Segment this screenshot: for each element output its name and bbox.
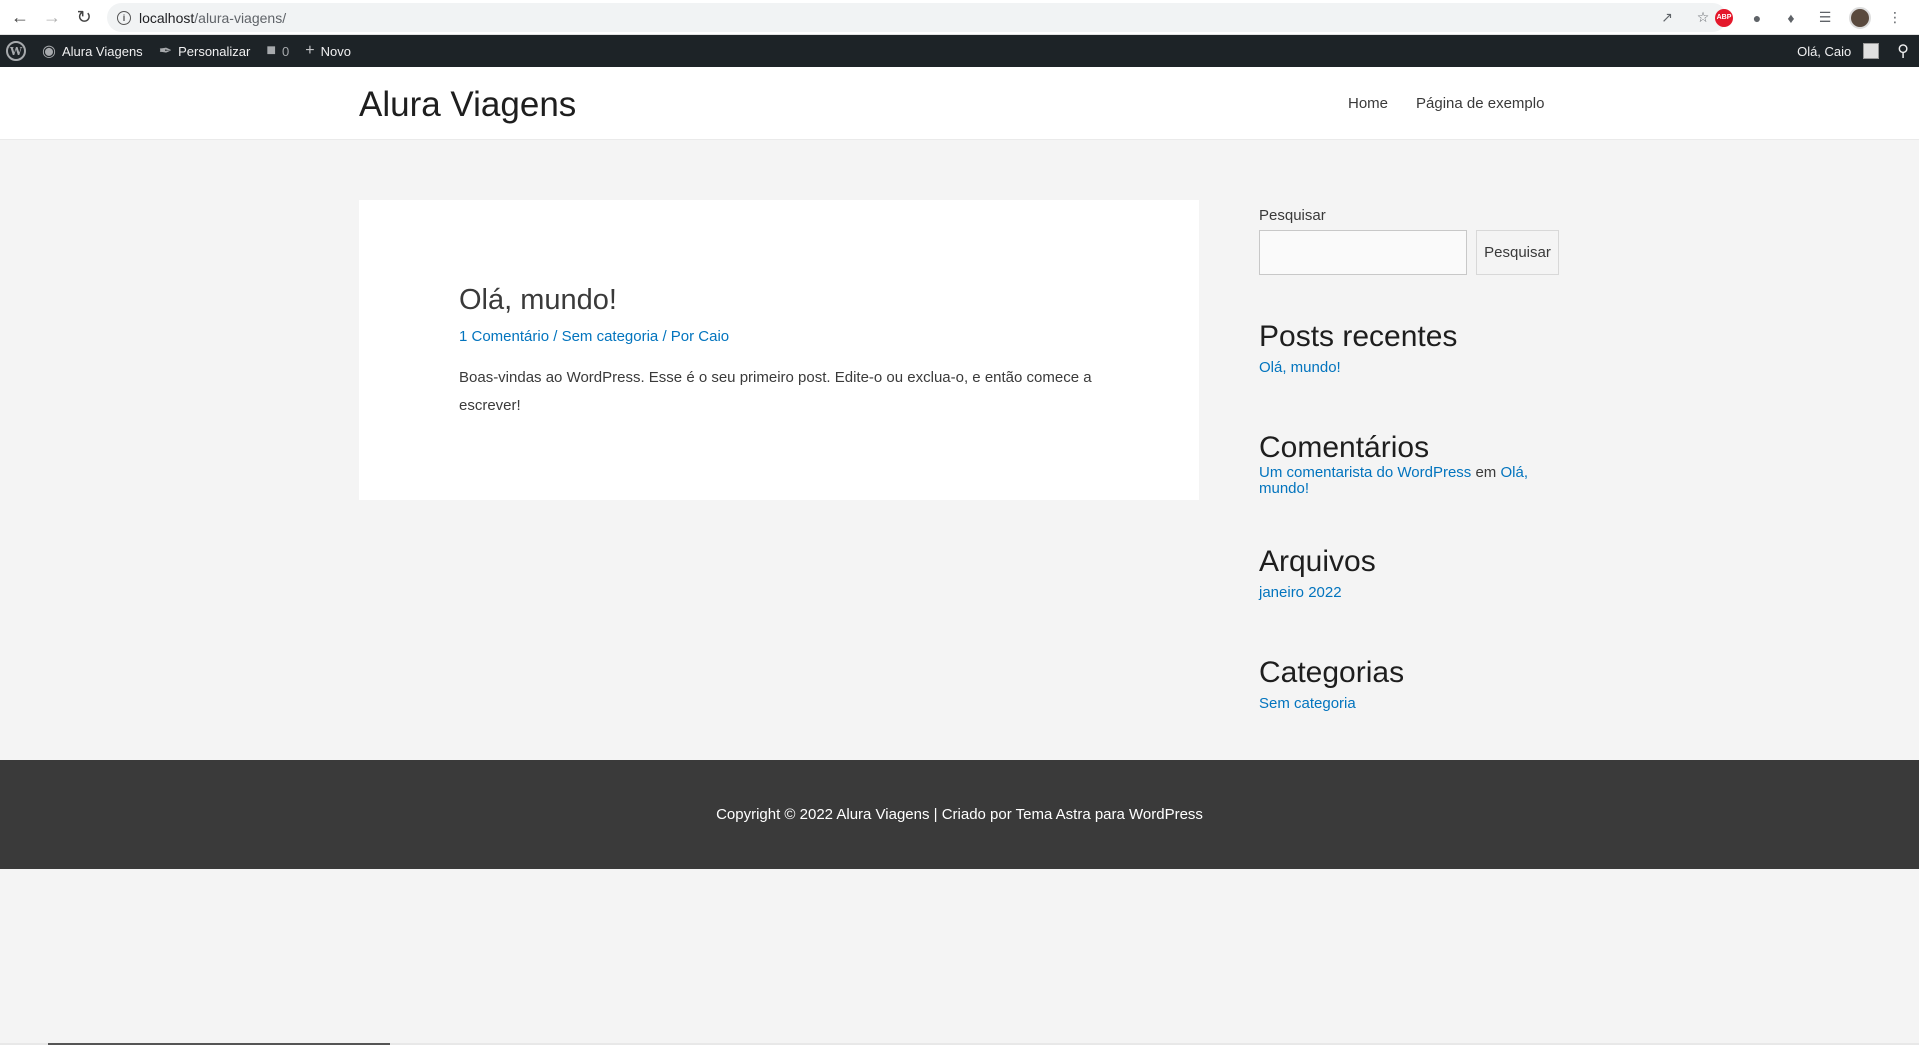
- categories-title: Categorias: [1259, 656, 1405, 689]
- main-navigation: Home Página de exemplo: [1348, 95, 1544, 112]
- recent-post-link[interactable]: Olá, mundo!: [1259, 360, 1457, 376]
- comments-title: Comentários: [1259, 431, 1430, 464]
- wordpress-logo-icon: W: [6, 41, 26, 61]
- nav-item-sample-page[interactable]: Página de exemplo: [1416, 95, 1544, 112]
- reading-list-icon[interactable]: ☰: [1815, 8, 1835, 28]
- share-icon[interactable]: ↗: [1657, 7, 1677, 27]
- url-path: /alura-viagens/: [194, 9, 287, 26]
- recent-comment: Um comentarista do WordPress em Olá, mun…: [1259, 465, 1539, 497]
- recent-posts-title: Posts recentes: [1259, 320, 1458, 353]
- dashboard-icon: ◉: [42, 43, 56, 60]
- post-title[interactable]: Olá, mundo!: [459, 284, 617, 317]
- post-excerpt: Boas-vindas ao WordPress. Esse é o seu p…: [459, 369, 1092, 414]
- greeting-label: Olá, Caio: [1797, 43, 1852, 59]
- post-card: Olá, mundo! 1 Comentário / Sem categoria…: [359, 200, 1199, 500]
- search-form: Pesquisar: [1259, 230, 1559, 275]
- wp-logo-menu[interactable]: W: [0, 35, 34, 67]
- adblock-plus-icon[interactable]: ABP: [1715, 8, 1733, 27]
- meta-by: / Por: [658, 328, 699, 345]
- url-host: localhost: [139, 9, 195, 26]
- search-label: Pesquisar: [1259, 207, 1326, 224]
- reload-icon[interactable]: ↻: [68, 1, 100, 33]
- nav-item-home[interactable]: Home: [1348, 95, 1388, 112]
- browser-menu-icon[interactable]: ⋮: [1885, 8, 1905, 28]
- comments-widget: Comentários Um comentarista do WordPress…: [1259, 431, 1559, 497]
- site-info-icon[interactable]: i: [117, 10, 131, 25]
- extension-bulb-icon[interactable]: ●: [1747, 8, 1767, 28]
- url-text: localhost/alura-viagens/: [139, 10, 286, 26]
- forward-icon[interactable]: →: [36, 1, 68, 33]
- site-header: Alura Viagens Home Página de exemplo: [0, 67, 1919, 140]
- sidebar: Pesquisar Pesquisar Posts recentes Olá, …: [1259, 200, 1559, 712]
- comment-bubble-icon: ■: [266, 42, 277, 59]
- search-input[interactable]: [1259, 230, 1467, 275]
- comments-count: 0: [282, 43, 290, 59]
- bookmark-star-icon[interactable]: ☆: [1693, 7, 1713, 27]
- recent-posts-widget: Posts recentes Olá, mundo!: [1259, 320, 1457, 376]
- admin-bar-new[interactable]: + Novo: [297, 35, 359, 67]
- admin-bar-account[interactable]: Olá, Caio: [1789, 35, 1887, 67]
- post-author-link[interactable]: Caio: [698, 328, 729, 345]
- categories-widget: Categorias Sem categoria: [1259, 656, 1404, 712]
- site-footer: Copyright © 2022 Alura Viagens | Criado …: [0, 760, 1919, 869]
- category-link[interactable]: Sem categoria: [1259, 696, 1404, 712]
- comment-author-link[interactable]: Um comentarista do WordPress: [1259, 464, 1471, 481]
- post-meta: 1 Comentário / Sem categoria / Por Caio: [459, 328, 729, 345]
- archive-link[interactable]: janeiro 2022: [1259, 585, 1376, 601]
- meta-separator: /: [549, 328, 562, 345]
- post-comments-link[interactable]: 1 Comentário: [459, 328, 549, 345]
- comment-on-text: em: [1471, 464, 1501, 481]
- extensions-puzzle-icon[interactable]: ♦: [1781, 8, 1801, 28]
- archives-widget: Arquivos janeiro 2022: [1259, 545, 1376, 601]
- admin-bar-search-icon[interactable]: ⚲: [1887, 35, 1919, 67]
- admin-bar-comments[interactable]: ■ 0: [258, 35, 297, 67]
- profile-avatar[interactable]: [1849, 6, 1871, 29]
- user-avatar: [1863, 43, 1880, 59]
- footer-copyright: Copyright © 2022 Alura Viagens | Criado …: [716, 806, 1203, 823]
- address-bar[interactable]: i localhost/alura-viagens/ ↗ ☆: [107, 3, 1727, 32]
- admin-bar-site-name[interactable]: ◉ Alura Viagens: [34, 35, 151, 67]
- site-title[interactable]: Alura Viagens: [359, 85, 576, 125]
- admin-bar-customize[interactable]: ✒ Personalizar: [151, 35, 259, 67]
- search-icon: ⚲: [1897, 43, 1909, 60]
- back-icon[interactable]: ←: [4, 1, 36, 33]
- browser-toolbar: ← → ↻ i localhost/alura-viagens/ ↗ ☆ ABP…: [0, 0, 1919, 35]
- new-label: Novo: [320, 43, 351, 59]
- search-button[interactable]: Pesquisar: [1476, 230, 1559, 275]
- archives-title: Arquivos: [1259, 545, 1376, 578]
- plus-icon: +: [305, 42, 315, 59]
- wp-admin-bar: W ◉ Alura Viagens ✒ Personalizar ■ 0 + N…: [0, 35, 1919, 67]
- site-name-label: Alura Viagens: [61, 43, 143, 59]
- post-category-link[interactable]: Sem categoria: [562, 328, 659, 345]
- customize-label: Personalizar: [178, 43, 251, 59]
- brush-icon: ✒: [158, 43, 173, 60]
